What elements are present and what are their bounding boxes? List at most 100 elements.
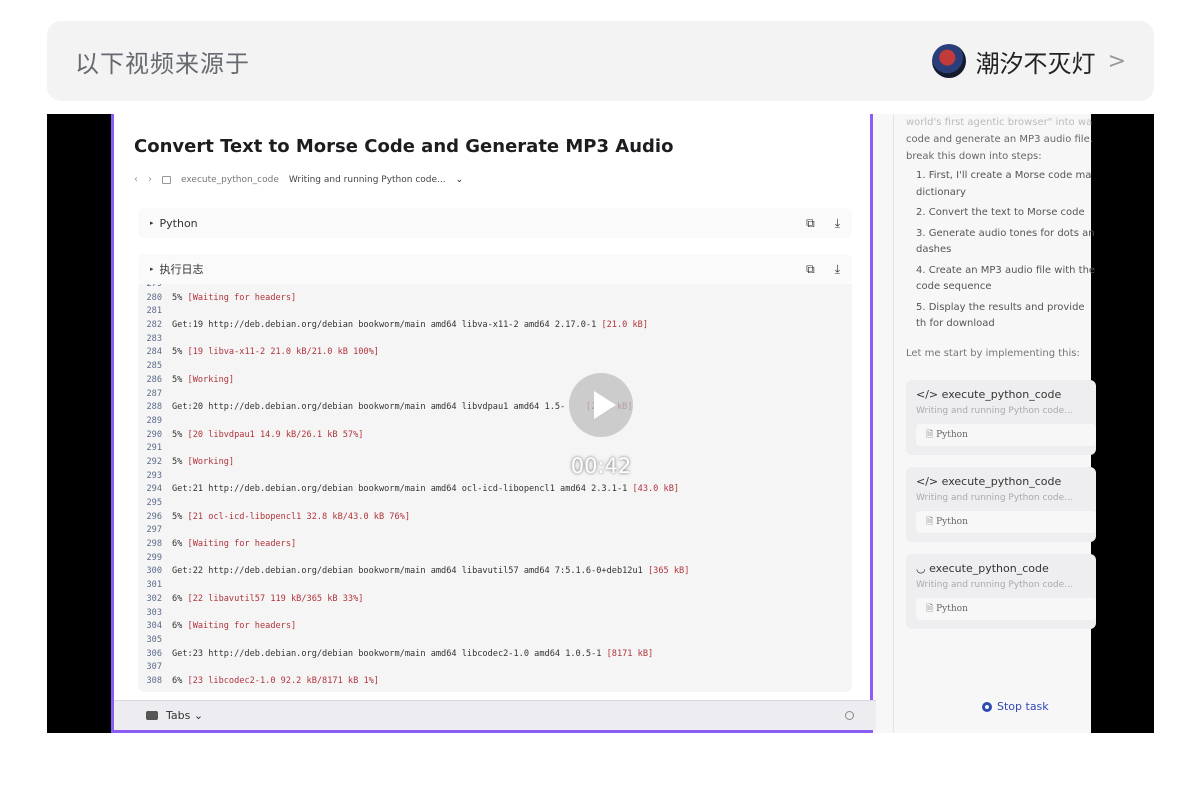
log-line: 302 6% [22 libavutil57 119 kB/365 kB 33%] — [138, 593, 852, 607]
line-text-main: 5% — [172, 292, 188, 303]
line-text-highlight: [365 kB] — [648, 566, 690, 577]
breadcrumb: ‹ › execute_python_code Writing and runn… — [134, 174, 463, 185]
log-line: 286 5% [Working] — [138, 374, 852, 388]
line-text-highlight: [19 libva-x11-2 21.0 kB/21.0 kB 100%] — [187, 347, 379, 358]
chevron-right-icon: > — [1107, 48, 1126, 74]
tool-call-header: ◡ execute_python_code — [916, 562, 1049, 575]
line-number: 298 — [146, 539, 162, 550]
line-text-highlight: [22 libavutil57 119 kB/365 kB 33%] — [187, 593, 364, 604]
log-line: 299 — [138, 552, 852, 566]
log-section-label: 执行日志 — [159, 263, 204, 276]
line-text: 6% [23 libcodec2-1.0 92.2 kB/8171 kB 1%] — [172, 675, 379, 689]
line-number: 297 — [146, 525, 162, 536]
python-section-header: ▸ Python ⧉ ⤓ — [138, 208, 852, 238]
author-name: 潮汐不灭灯 — [975, 49, 1096, 78]
list-item: 1. First, I'll create a Morse code ma di… — [916, 170, 1092, 198]
line-number: 288 — [146, 402, 162, 413]
log-line: 297 — [138, 524, 852, 538]
line-text: Get:21 http://deb.debian.org/debian book… — [172, 483, 679, 497]
tool-name: execute_python_code — [941, 475, 1062, 488]
log-line: 303 — [138, 607, 852, 621]
line-text-highlight: [20 libvdpau1 14.9 kB/26.1 kB 57%] — [187, 429, 364, 440]
forward-icon: › — [148, 174, 152, 185]
line-text: Get:22 http://deb.debian.org/debian book… — [172, 565, 689, 579]
line-number: 306 — [146, 648, 162, 659]
steps-list: 1. First, I'll create a Morse code ma di… — [916, 168, 1096, 337]
line-text: 6% [22 libavutil57 119 kB/365 kB 33%] — [172, 593, 363, 607]
log-line: 287 — [138, 388, 852, 402]
line-text-main: 5% — [172, 511, 188, 522]
tabs-label: Tabs ⌄ — [166, 709, 204, 722]
copy-icon: ⧉ — [806, 261, 815, 276]
list-item: 2. Convert the text to Morse code — [916, 207, 1085, 218]
line-text: 6% [Waiting for headers] — [172, 538, 296, 552]
avatar — [931, 44, 966, 78]
file-label: Python — [936, 604, 968, 614]
log-line: 288 Get:20 http://deb.debian.org/debian b… — [138, 401, 852, 415]
line-number: 304 — [146, 621, 162, 632]
intro-line: code and generate an MP3 audio file. — [906, 134, 1093, 145]
log-line: 295 — [138, 497, 852, 511]
file-label: Python — [936, 430, 968, 440]
line-text-main: 5% — [172, 374, 188, 385]
log-line: 290 5% [20 libvdpau1 14.9 kB/26.1 kB 57%] — [138, 429, 852, 443]
list-item: 3. Generate audio tones for dots an dash… — [916, 227, 1095, 256]
tool-file: 🗎 Python — [916, 598, 1096, 620]
line-text-highlight: [Working] — [187, 374, 235, 385]
tool-status: Writing and running Python code... — [916, 406, 1073, 416]
log-line: 281 — [138, 305, 852, 319]
stop-icon — [982, 701, 992, 712]
intro-line: break this down into steps: — [906, 151, 1042, 162]
line-number: 303 — [146, 607, 162, 618]
back-icon: ‹ — [134, 174, 138, 185]
line-text-main: Get:20 http://deb.debian.org/debian book… — [172, 402, 586, 413]
list-item: 5. Display the results and provide th fo… — [916, 301, 1085, 330]
tool-file: 🗎 Python — [916, 424, 1096, 446]
line-text: 5% [Waiting for headers] — [172, 292, 296, 306]
line-text-highlight: [Waiting for headers] — [187, 539, 297, 550]
line-number: 299 — [146, 552, 162, 563]
line-number: 286 — [146, 374, 162, 385]
line-number: 285 — [146, 361, 162, 372]
line-text: Get:23 http://deb.debian.org/debian book… — [172, 648, 653, 662]
log-line: 304 6% [Waiting for headers] — [138, 620, 852, 634]
task-detail-pane: Convert Text to Morse Code and Generate … — [111, 114, 876, 733]
tool-call-card: </> execute_python_code Writing and runn… — [906, 380, 1096, 455]
source-label: 以下视频来源于 — [75, 49, 250, 78]
line-number: 283 — [146, 333, 162, 344]
log-line: 307 — [138, 661, 852, 675]
tool-name: execute_python_code — [929, 562, 1049, 575]
expand-icon: ▸ — [150, 219, 154, 227]
video-player[interactable]: Convert Text to Morse Code and Generate … — [47, 114, 1154, 733]
intro-faded-line: world's first agentic browser" into wa — [906, 117, 1093, 128]
log-line: 285 — [138, 360, 852, 374]
log-line: 292 5% [Working] — [138, 456, 852, 470]
tool-file: 🗎 Python — [916, 511, 1096, 533]
log-line: 305 — [138, 634, 852, 648]
log-line: 283 — [138, 333, 852, 347]
author-link[interactable]: 潮汐不灭灯 > — [931, 44, 1126, 79]
line-text-main: 6% — [172, 539, 188, 550]
log-line: 301 — [138, 579, 852, 593]
stop-task-button: Stop task — [982, 700, 1049, 713]
line-text-highlight: [Working] — [187, 456, 235, 467]
list-item: 4. Create an MP3 audio file with the cod… — [916, 264, 1096, 293]
line-number: 281 — [146, 306, 162, 317]
log-section-header: ▸ 执行日志 ⧉ ⤓ — [138, 254, 852, 284]
line-number: 291 — [146, 443, 162, 454]
line-text-highlight: [21.0 kB] — [601, 320, 649, 331]
line-number: 301 — [146, 580, 162, 591]
line-number: 294 — [146, 484, 162, 495]
tool-call-header: </> execute_python_code — [916, 388, 1061, 401]
play-button[interactable] — [569, 373, 633, 437]
video-time: 00:42 — [570, 454, 632, 478]
log-line: 289 — [138, 415, 852, 429]
line-text-main: 6% — [172, 675, 188, 686]
line-text-main: 5% — [172, 456, 188, 467]
line-number: 305 — [146, 634, 162, 645]
line-number: 296 — [146, 511, 162, 522]
line-number: 279 — [146, 284, 162, 289]
tabs-bar: Tabs ⌄ — [114, 700, 876, 730]
line-text: Get:19 http://deb.debian.org/debian book… — [172, 319, 648, 333]
line-text-main: 5% — [172, 347, 188, 358]
